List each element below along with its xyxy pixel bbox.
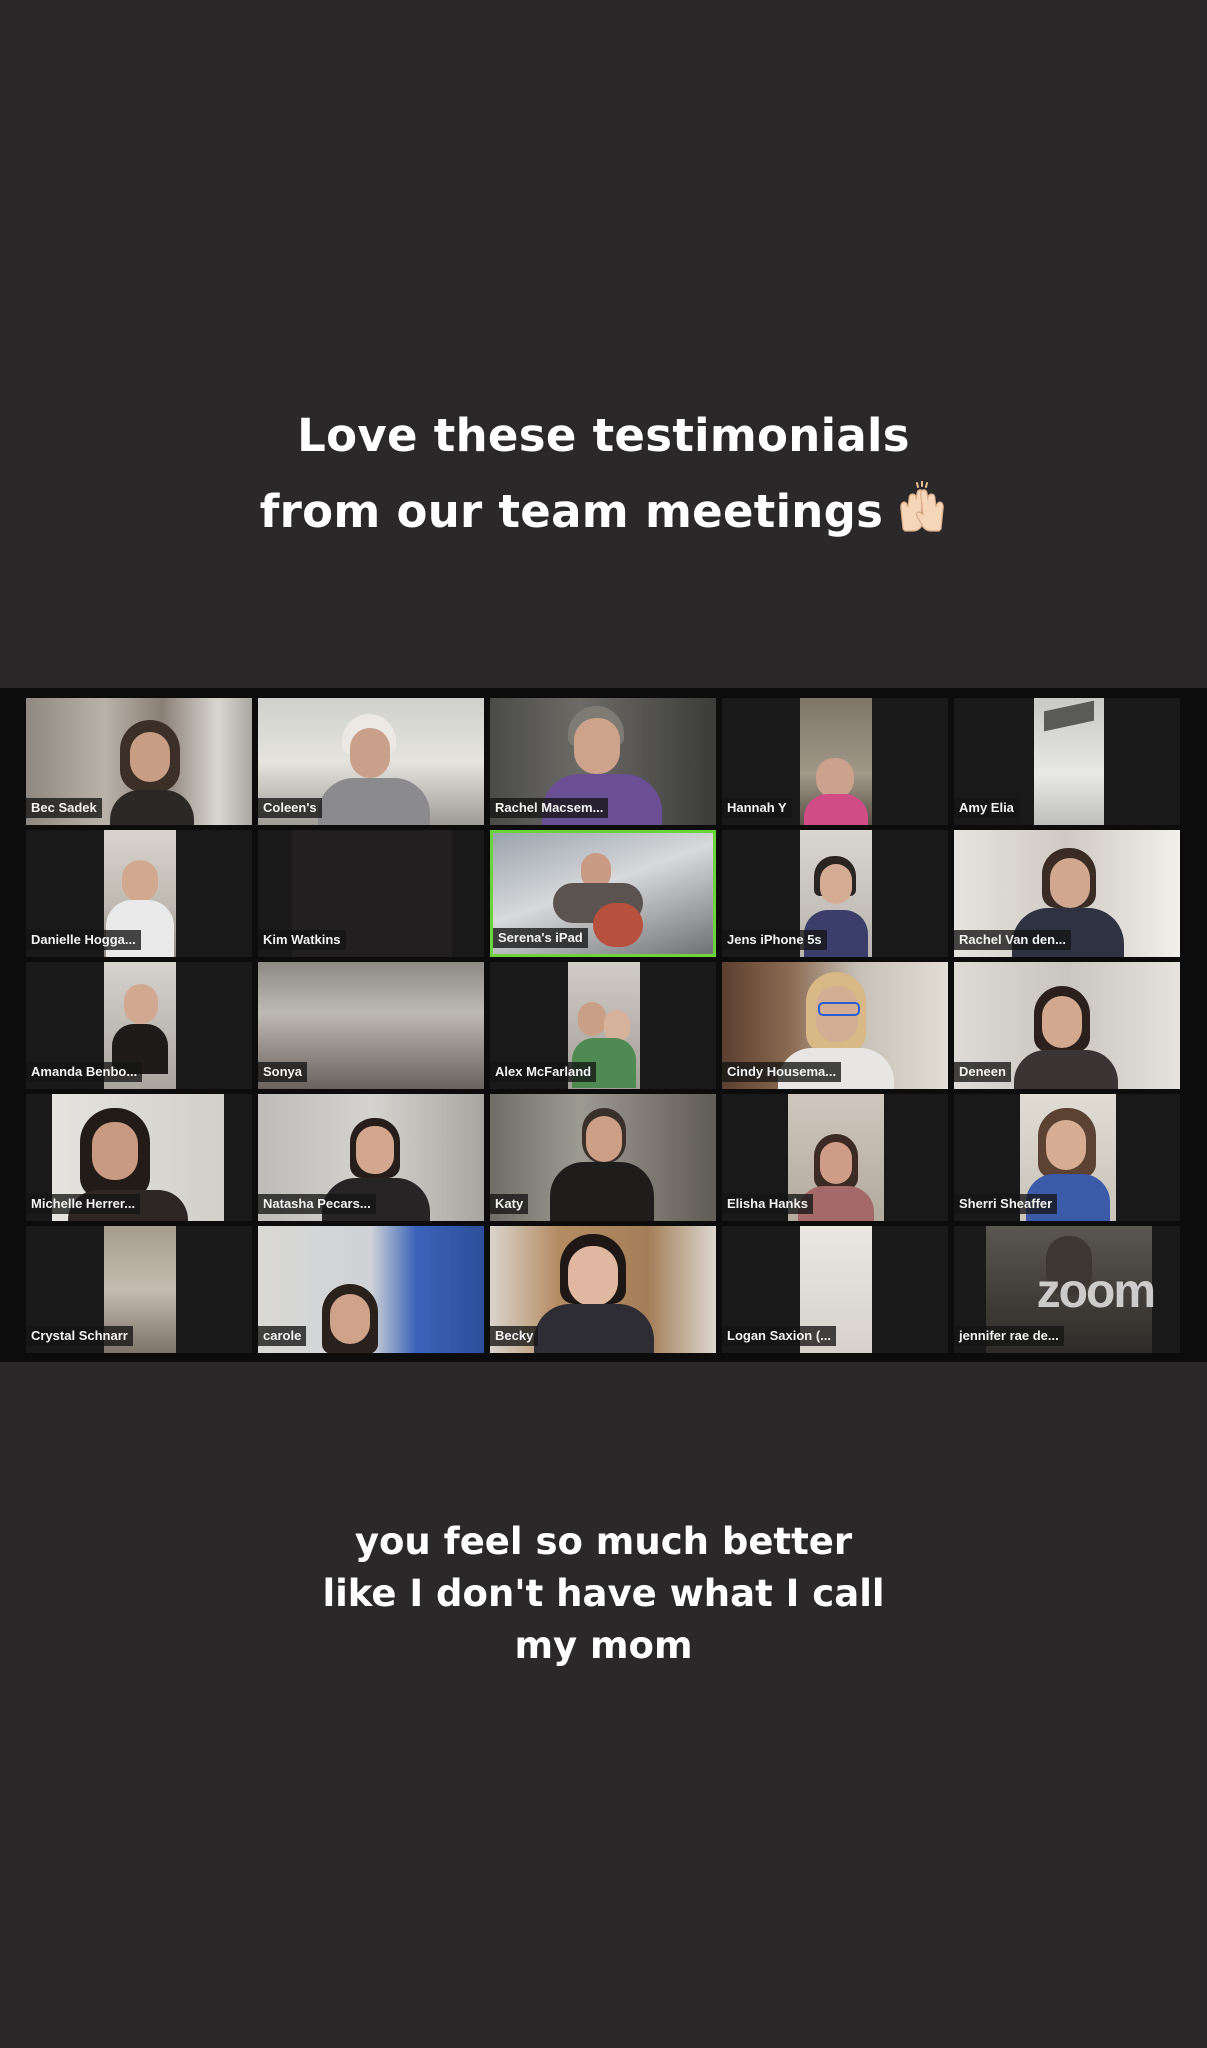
participant-name: Serena's iPad [493,928,588,948]
participant-tile[interactable]: Logan Saxion (... [722,1226,948,1353]
participant-tile[interactable]: Natasha Pecars... [258,1094,484,1221]
participant-tile[interactable]: Katy [490,1094,716,1221]
participant-tile[interactable]: Sonya [258,962,484,1089]
participant-name: Bec Sadek [26,798,102,818]
participant-tile[interactable]: Deneen [954,962,1180,1089]
participant-name: Michelle Herrer... [26,1194,141,1214]
participant-name: Becky [490,1326,539,1346]
participant-video [1034,698,1104,825]
participant-tile[interactable]: Kim Watkins [258,830,484,957]
participant-tile[interactable]: Crystal Schnarr [26,1226,252,1353]
caption-line-3: my mom [514,1624,693,1667]
participant-name: Amy Elia [954,798,1019,818]
participant-name: Sonya [258,1062,308,1082]
participant-name: jennifer rae de... [954,1326,1064,1346]
story-headline: Love these testimonials from our team me… [0,398,1207,550]
testimonial-caption: you feel so much better like I don't hav… [0,1516,1207,1672]
participant-tile[interactable]: Sherri Sheaffer [954,1094,1180,1221]
participant-name: Crystal Schnarr [26,1326,133,1346]
participant-tile[interactable]: Michelle Herrer... [26,1094,252,1221]
participant-name: Elisha Hanks [722,1194,813,1214]
participant-name: Hannah Y [722,798,792,818]
participant-name: Cindy Housema... [722,1062,842,1082]
participant-tile[interactable]: zoom jennifer rae de... [954,1226,1180,1353]
participant-tile[interactable]: Rachel Van den... [954,830,1180,957]
participant-tile[interactable]: Hannah Y [722,698,948,825]
headline-line-2: from our team meetings [0,474,1207,550]
participant-tile[interactable]: Danielle Hogga... [26,830,252,957]
zoom-watermark: zoom [1036,1265,1156,1318]
participant-name: Jens iPhone 5s [722,930,827,950]
participant-name: Rachel Van den... [954,930,1071,950]
participant-tile[interactable]: Coleen's [258,698,484,825]
participant-name: Deneen [954,1062,1011,1082]
participant-name: Danielle Hogga... [26,930,141,950]
participant-tile[interactable]: Rachel Macsem... [490,698,716,825]
participant-tile[interactable]: Elisha Hanks [722,1094,948,1221]
participant-name: Amanda Benbo... [26,1062,143,1082]
participant-tile-active-speaker[interactable]: Serena's iPad [490,830,716,957]
participant-tile[interactable]: Becky [490,1226,716,1353]
participant-tile[interactable]: Amanda Benbo... [26,962,252,1089]
participant-tile[interactable]: Amy Elia [954,698,1180,825]
raising-hands-icon [897,480,947,532]
participant-tile[interactable]: Cindy Housema... [722,962,948,1089]
participant-name: Natasha Pecars... [258,1194,376,1214]
zoom-gallery-view: Bec Sadek Coleen's Rachel Macsem... Hann… [0,688,1207,1362]
headline-line-2-text: from our team meetings [259,485,884,538]
participant-tile[interactable]: Bec Sadek [26,698,252,825]
participant-name: Rachel Macsem... [490,798,609,818]
participant-name: Sherri Sheaffer [954,1194,1058,1214]
participant-name: Logan Saxion (... [722,1326,837,1346]
participant-video [800,698,872,825]
participant-name: Alex McFarland [490,1062,597,1082]
participant-name: Coleen's [258,798,322,818]
participant-tile[interactable]: carole [258,1226,484,1353]
headline-line-1: Love these testimonials [297,409,910,462]
caption-line-1: you feel so much better [354,1520,853,1563]
participant-tile[interactable]: Alex McFarland [490,962,716,1089]
participant-tile[interactable]: Jens iPhone 5s [722,830,948,957]
participant-name: Katy [490,1194,529,1214]
caption-line-2: like I don't have what I call [322,1572,885,1615]
participant-name: carole [258,1326,307,1346]
participant-name: Kim Watkins [258,930,346,950]
